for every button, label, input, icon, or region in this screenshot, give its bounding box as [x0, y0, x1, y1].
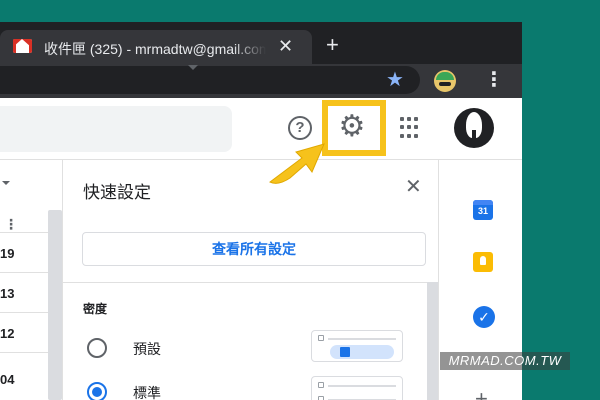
density-section-label: 密度	[83, 302, 108, 316]
list-divider	[0, 272, 48, 273]
gmail-header: ? ⚙	[0, 98, 522, 160]
section-divider	[63, 282, 439, 283]
list-scrollbar[interactable]	[48, 210, 62, 400]
help-icon[interactable]: ?	[288, 116, 312, 140]
extension-icon[interactable]	[434, 70, 456, 92]
browser-tab[interactable]: 收件匣 (325) - mrmadtw@gmail.com ✕	[0, 30, 312, 64]
pointer-arrow-icon	[269, 143, 325, 184]
keep-icon[interactable]	[473, 252, 493, 272]
preview-checkbox	[318, 335, 324, 341]
preview-document-icon	[340, 347, 350, 357]
tasks-icon[interactable]: ✓	[473, 306, 495, 328]
close-icon[interactable]: ✕	[405, 174, 422, 199]
new-tab-button[interactable]: +	[326, 34, 339, 56]
density-standard-label[interactable]: 標準	[133, 383, 161, 400]
panel-title: 快速設定	[83, 183, 151, 202]
mail-list: ⋮ 19 13 12 04	[0, 160, 62, 400]
preview-line	[328, 338, 396, 340]
avatar[interactable]	[454, 108, 494, 148]
view-all-settings-button[interactable]: 查看所有設定	[82, 232, 426, 266]
tab-strip: 收件匣 (325) - mrmadtw@gmail.com ✕ +	[0, 22, 522, 64]
list-divider	[0, 232, 48, 233]
add-addon-button[interactable]: +	[475, 388, 488, 400]
density-default-preview[interactable]	[311, 330, 403, 362]
more-options-icon[interactable]: ⋮	[4, 216, 18, 233]
list-item-date[interactable]: 12	[0, 326, 14, 341]
preview-checkbox	[318, 396, 324, 400]
list-divider	[0, 352, 48, 353]
list-item-date[interactable]: 04	[0, 372, 14, 387]
density-default-radio[interactable]	[87, 338, 107, 358]
close-tab-icon[interactable]: ✕	[278, 36, 293, 57]
tab-title: 收件匣 (325) - mrmadtw@gmail.com	[44, 41, 266, 57]
density-default-label[interactable]: 預設	[133, 339, 161, 359]
browser-menu-icon[interactable]: ⋮	[484, 68, 504, 92]
select-chevron-down-icon[interactable]	[2, 181, 10, 185]
quick-settings-panel: 快速設定 ✕ 查看所有設定 密度 預設 標準	[62, 160, 439, 400]
preview-line	[328, 385, 396, 387]
gmail-icon	[13, 39, 32, 53]
bookmark-star-icon[interactable]: ★	[386, 67, 404, 92]
list-item-date[interactable]: 19	[0, 246, 14, 261]
preview-checkbox	[318, 382, 324, 388]
density-standard-preview[interactable]	[311, 376, 403, 400]
calendar-icon[interactable]: 31	[473, 200, 493, 220]
gear-icon[interactable]: ⚙	[333, 110, 371, 144]
density-standard-radio[interactable]	[87, 382, 107, 400]
browser-toolbar: ★ ⋮	[0, 64, 522, 98]
watermark: MRMAD.COM.TW	[440, 352, 570, 370]
browser-window: 收件匣 (325) - mrmadtw@gmail.com ✕ + ★ ⋮ ? …	[0, 22, 522, 400]
google-apps-icon[interactable]	[400, 117, 422, 139]
search-options-chevron-icon[interactable]	[188, 65, 198, 70]
search-bar[interactable]	[0, 106, 232, 152]
address-bar[interactable]	[0, 66, 420, 94]
list-divider	[0, 312, 48, 313]
list-item-date[interactable]: 13	[0, 286, 14, 301]
